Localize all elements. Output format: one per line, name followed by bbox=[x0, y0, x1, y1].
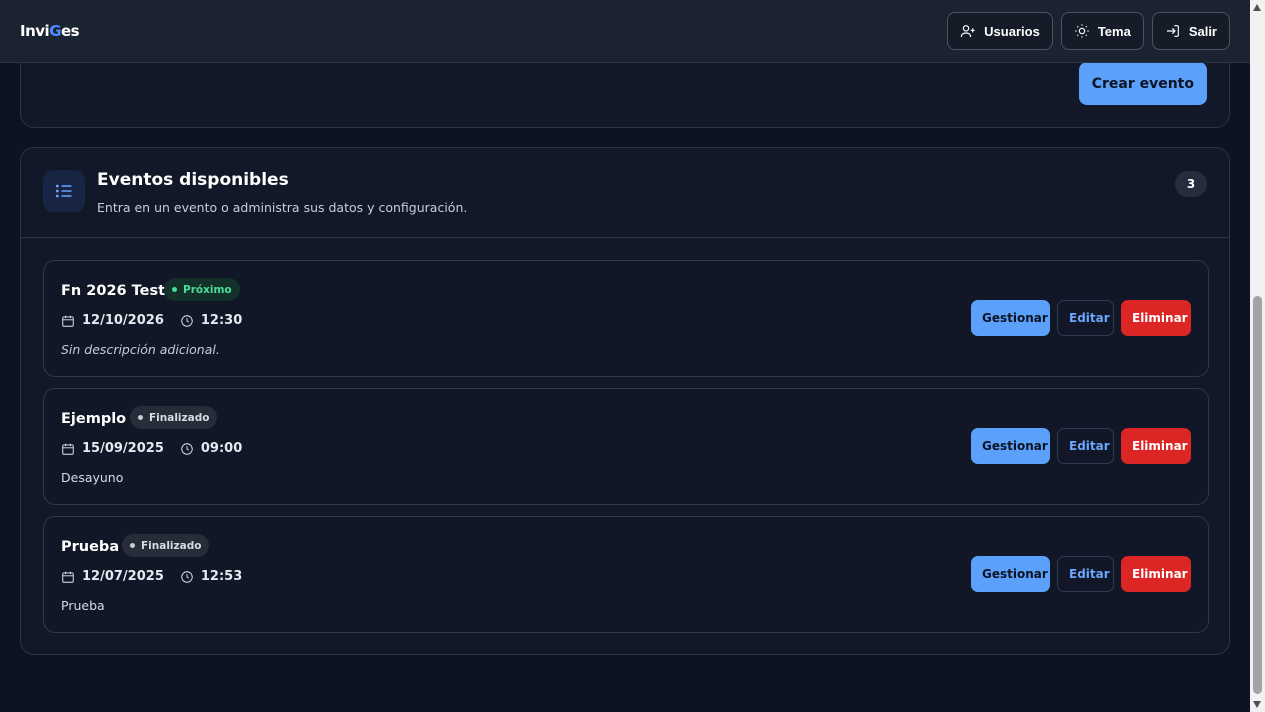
calendar-icon bbox=[62, 571, 74, 583]
event-description: Desayuno bbox=[61, 470, 124, 485]
event-card: Ejemplo Finalizado 15/09/2025 09:00 Desa… bbox=[43, 388, 1209, 505]
calendar-icon bbox=[62, 443, 74, 455]
event-card: Prueba Finalizado 12/07/2025 12:53 Prueb… bbox=[43, 516, 1209, 633]
event-meta: 12/07/2025 12:53 bbox=[61, 569, 242, 584]
status-badge: Próximo bbox=[164, 278, 240, 301]
status-badge: Finalizado bbox=[130, 406, 218, 429]
theme-button[interactable]: Tema bbox=[1060, 12, 1144, 50]
event-meta: 15/09/2025 09:00 bbox=[61, 441, 242, 456]
page-scrollbar[interactable] bbox=[1250, 0, 1265, 712]
event-time: 12:53 bbox=[180, 569, 242, 584]
edit-button[interactable]: Editar bbox=[1057, 300, 1114, 336]
status-dot bbox=[130, 543, 135, 548]
status-label: Finalizado bbox=[141, 539, 202, 552]
app-logo[interactable]: InviGes bbox=[20, 22, 80, 40]
scroll-thumb[interactable] bbox=[1253, 296, 1262, 694]
clock-icon bbox=[181, 314, 193, 327]
status-dot bbox=[138, 415, 143, 420]
events-panel-title: Eventos disponibles bbox=[97, 170, 289, 190]
manage-button[interactable]: Gestionar bbox=[971, 556, 1050, 592]
scroll-up-arrow[interactable] bbox=[1253, 4, 1261, 11]
event-description: Sin descripción adicional. bbox=[61, 342, 220, 357]
scroll-down-arrow[interactable] bbox=[1253, 701, 1261, 708]
top-bar: InviGes Usuarios Tema Salir bbox=[0, 0, 1250, 63]
event-time: 12:30 bbox=[180, 313, 242, 328]
status-label: Próximo bbox=[183, 283, 232, 296]
manage-button[interactable]: Gestionar bbox=[971, 428, 1050, 464]
event-time-value: 12:30 bbox=[200, 313, 243, 328]
brand-accent: G bbox=[49, 22, 61, 40]
event-actions: Gestionar Editar Eliminar bbox=[971, 300, 1191, 336]
create-event-button[interactable]: Crear evento bbox=[1078, 62, 1207, 105]
delete-button[interactable]: Eliminar bbox=[1121, 428, 1191, 464]
sun-icon bbox=[1075, 24, 1089, 38]
user-plus-icon bbox=[960, 25, 975, 38]
event-actions: Gestionar Editar Eliminar bbox=[971, 556, 1191, 592]
event-description: Prueba bbox=[61, 598, 105, 613]
theme-button-label: Tema bbox=[1097, 23, 1131, 39]
event-title: Fn 2026 Test bbox=[61, 283, 166, 299]
event-date: 12/07/2025 bbox=[61, 569, 164, 584]
event-time: 09:00 bbox=[180, 441, 242, 456]
event-date-value: 12/07/2025 bbox=[82, 569, 164, 584]
users-button-label: Usuarios bbox=[984, 23, 1040, 39]
status-badge: Finalizado bbox=[122, 534, 210, 557]
event-date: 12/10/2026 bbox=[61, 313, 164, 328]
manage-button[interactable]: Gestionar bbox=[971, 300, 1050, 336]
delete-button[interactable]: Eliminar bbox=[1121, 556, 1191, 592]
calendar-icon bbox=[62, 315, 74, 327]
header-actions: Usuarios Tema Salir bbox=[947, 12, 1230, 50]
event-time-value: 09:00 bbox=[200, 441, 243, 456]
event-actions: Gestionar Editar Eliminar bbox=[971, 428, 1191, 464]
clock-icon bbox=[181, 570, 193, 583]
panel-icon-wrap bbox=[43, 170, 85, 212]
status-label: Finalizado bbox=[149, 411, 210, 424]
users-button[interactable]: Usuarios bbox=[947, 12, 1053, 50]
event-date-value: 15/09/2025 bbox=[82, 441, 164, 456]
event-title: Ejemplo bbox=[61, 411, 127, 427]
delete-button[interactable]: Eliminar bbox=[1121, 300, 1191, 336]
event-date-value: 12/10/2026 bbox=[82, 313, 164, 328]
event-time-value: 12:53 bbox=[200, 569, 243, 584]
events-panel: Eventos disponibles Entra en un evento o… bbox=[20, 147, 1230, 655]
logout-button-label: Salir bbox=[1188, 23, 1217, 39]
edit-button[interactable]: Editar bbox=[1057, 428, 1114, 464]
logout-icon bbox=[1166, 25, 1179, 37]
events-count-badge: 3 bbox=[1175, 171, 1207, 197]
clock-icon bbox=[181, 442, 193, 455]
logout-button[interactable]: Salir bbox=[1151, 12, 1230, 50]
events-panel-header: Eventos disponibles Entra en un evento o… bbox=[21, 148, 1229, 238]
brand-part1: Invi bbox=[20, 22, 50, 40]
edit-button[interactable]: Editar bbox=[1057, 556, 1114, 592]
status-dot bbox=[172, 287, 177, 292]
events-panel-subtitle: Entra en un evento o administra sus dato… bbox=[97, 200, 468, 215]
event-date: 15/09/2025 bbox=[61, 441, 164, 456]
list-icon bbox=[55, 184, 72, 198]
event-card: Fn 2026 Test Próximo 12/10/2026 12:30 Si… bbox=[43, 260, 1209, 377]
brand-part2: es bbox=[61, 22, 80, 40]
event-meta: 12/10/2026 12:30 bbox=[61, 313, 242, 328]
event-title: Prueba bbox=[61, 539, 120, 555]
